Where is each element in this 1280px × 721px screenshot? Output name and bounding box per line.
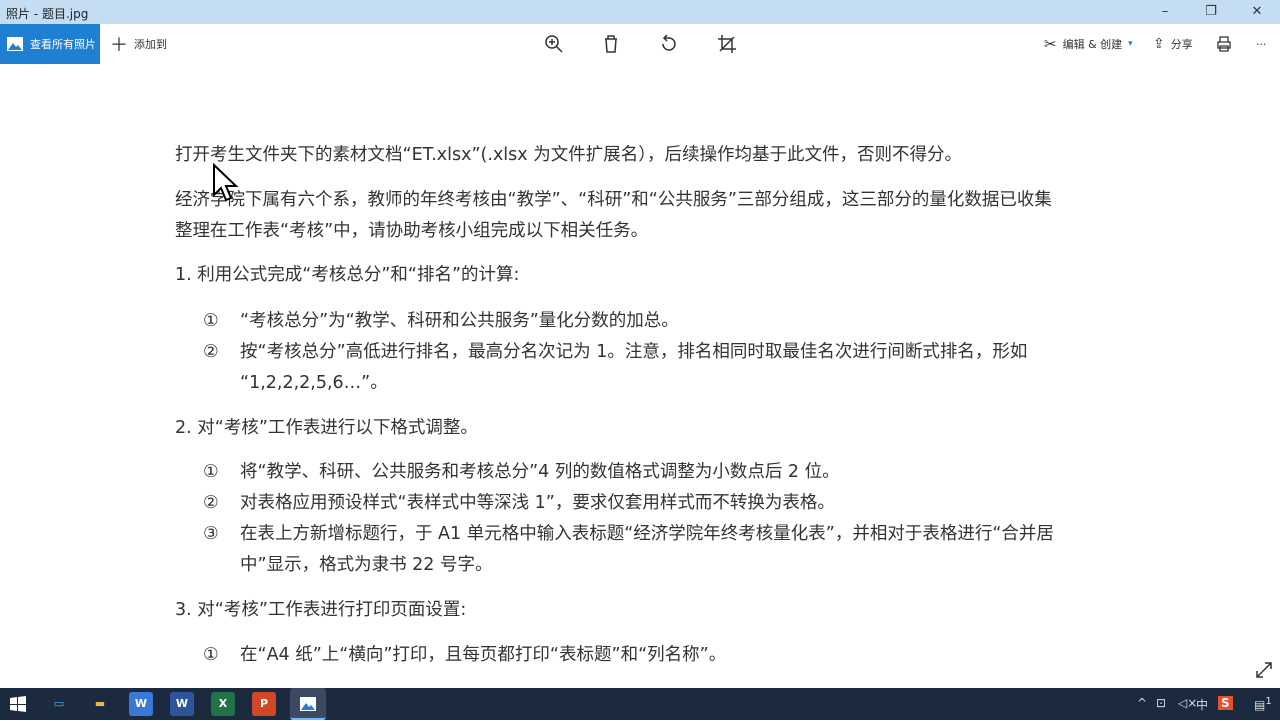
section-1-title: 1. 利用公式完成“考核总分”和“排名”的计算: <box>175 265 520 285</box>
edit-create-button[interactable]: ✂ 编辑 & 创建 ▾ <box>1044 24 1133 64</box>
taskbar: ▭ ▬ W W X P ^ ⊡ ◁× 中 S ▤1 <box>0 688 1280 720</box>
volume-muted-icon[interactable]: ◁× <box>1178 696 1197 710</box>
taskbar-app-wps[interactable]: W <box>129 692 153 716</box>
list-item: ① 在“A4 纸”上“横向”打印，且每页都打印“表标题”和“列名称”。 <box>203 645 727 665</box>
all-photos-button[interactable]: 查看所有照片 <box>0 24 100 64</box>
tray-chevron-icon[interactable]: ^ <box>1137 696 1147 710</box>
list-item: 中”显示，格式为隶书 22 号字。 <box>240 555 493 575</box>
section-2-title: 2. 对“考核”工作表进行以下格式调整。 <box>175 418 478 438</box>
mouse-cursor-icon <box>213 163 239 202</box>
taskbar-app-excel[interactable]: X <box>211 692 235 716</box>
photo-icon <box>300 697 316 711</box>
crop-icon <box>718 35 736 53</box>
intro-line: 整理在工作表“考核”中，请协助考核小组完成以下相关任务。 <box>175 221 649 241</box>
maximize-button[interactable]: ❐ <box>1188 0 1234 24</box>
share-button[interactable]: ⇪ 分享 <box>1153 24 1193 64</box>
list-item: ① “考核总分”为“教学、科研和公共服务”量化分数的加总。 <box>203 311 679 331</box>
intro-line: 打开考生文件夹下的素材文档“ET.xlsx”(.xlsx 为文件扩展名），后续操… <box>175 145 962 165</box>
intro-line: 经济学院下属有六个系，教师的年终考核由“教学”、“科研”和“公共服务”三部分组成… <box>175 190 1052 210</box>
title-bar: 照片 - 题目.jpg – ❐ ✕ <box>0 0 1280 24</box>
taskbar-app-word[interactable]: W <box>170 692 194 716</box>
scissors-icon: ✂ <box>1044 35 1057 53</box>
more-button[interactable]: ··· <box>1256 24 1267 64</box>
print-button[interactable] <box>1216 24 1232 64</box>
sogou-ime-icon[interactable]: S <box>1218 696 1233 710</box>
zoom-button[interactable] <box>544 24 564 64</box>
add-to-label: 添加到 <box>134 38 167 51</box>
section-3-title: 3. 对“考核”工作表进行打印页面设置: <box>175 600 467 620</box>
toolbar: 查看所有照片 ＋ 添加到 ✂ 编辑 & 创建 ▾ ⇪ 分享 ··· <box>0 24 1280 64</box>
add-to-button[interactable]: ＋ 添加到 <box>110 24 167 64</box>
all-photos-label: 查看所有照片 <box>30 38 96 51</box>
list-item: ② 对表格应用预设样式“表样式中等深浅 1”，要求仅套用样式而不转换为表格。 <box>203 493 835 513</box>
list-item: ① 将“教学、科研、公共服务和考核总分”4 列的数值格式调整为小数点后 2 位。 <box>203 462 840 482</box>
ime-indicator[interactable]: 中 <box>1196 696 1208 713</box>
print-icon <box>1217 36 1231 52</box>
edit-create-label: 编辑 & 创建 <box>1062 38 1123 51</box>
list-item: ② 按“考核总分”高低进行排名，最高分名次记为 1。注意，排名相同时取最佳名次进行… <box>203 342 1028 362</box>
window-title: 照片 - 题目.jpg <box>6 7 89 21</box>
plus-icon: ＋ <box>110 35 128 56</box>
list-item: “1,2,2,2,5,6…”。 <box>240 373 388 393</box>
minimize-button[interactable]: – <box>1142 0 1188 24</box>
share-label: 分享 <box>1170 38 1193 51</box>
crop-button[interactable] <box>717 24 737 64</box>
delete-button[interactable] <box>602 24 620 64</box>
network-icon[interactable]: ⊡ <box>1156 696 1166 710</box>
taskbar-app-explorer[interactable]: ▬ <box>88 692 112 716</box>
rotate-button[interactable] <box>659 24 679 64</box>
chevron-down-icon: ▾ <box>1128 39 1133 49</box>
close-button[interactable]: ✕ <box>1234 0 1280 24</box>
windows-icon <box>10 696 26 712</box>
zoom-in-icon <box>545 35 563 53</box>
taskbar-app-powerpoint[interactable]: P <box>252 692 276 716</box>
rotate-icon <box>662 34 676 51</box>
fullscreen-icon[interactable] <box>1254 660 1274 680</box>
trash-icon <box>605 35 617 53</box>
photo-icon <box>7 37 23 51</box>
more-icon: ··· <box>1256 37 1267 51</box>
taskbar-app-photos[interactable] <box>290 688 326 720</box>
notification-count: 1 <box>1265 696 1272 707</box>
share-icon: ⇪ <box>1153 36 1165 52</box>
start-button[interactable] <box>6 692 30 716</box>
taskbar-app-desktop[interactable]: ▭ <box>47 692 71 716</box>
notification-icon[interactable]: ▤1 <box>1254 696 1272 712</box>
list-item: ③ 在表上方新增标题行，于 A1 单元格中输入表标题“经济学院年终考核量化表”，并… <box>203 524 1054 544</box>
